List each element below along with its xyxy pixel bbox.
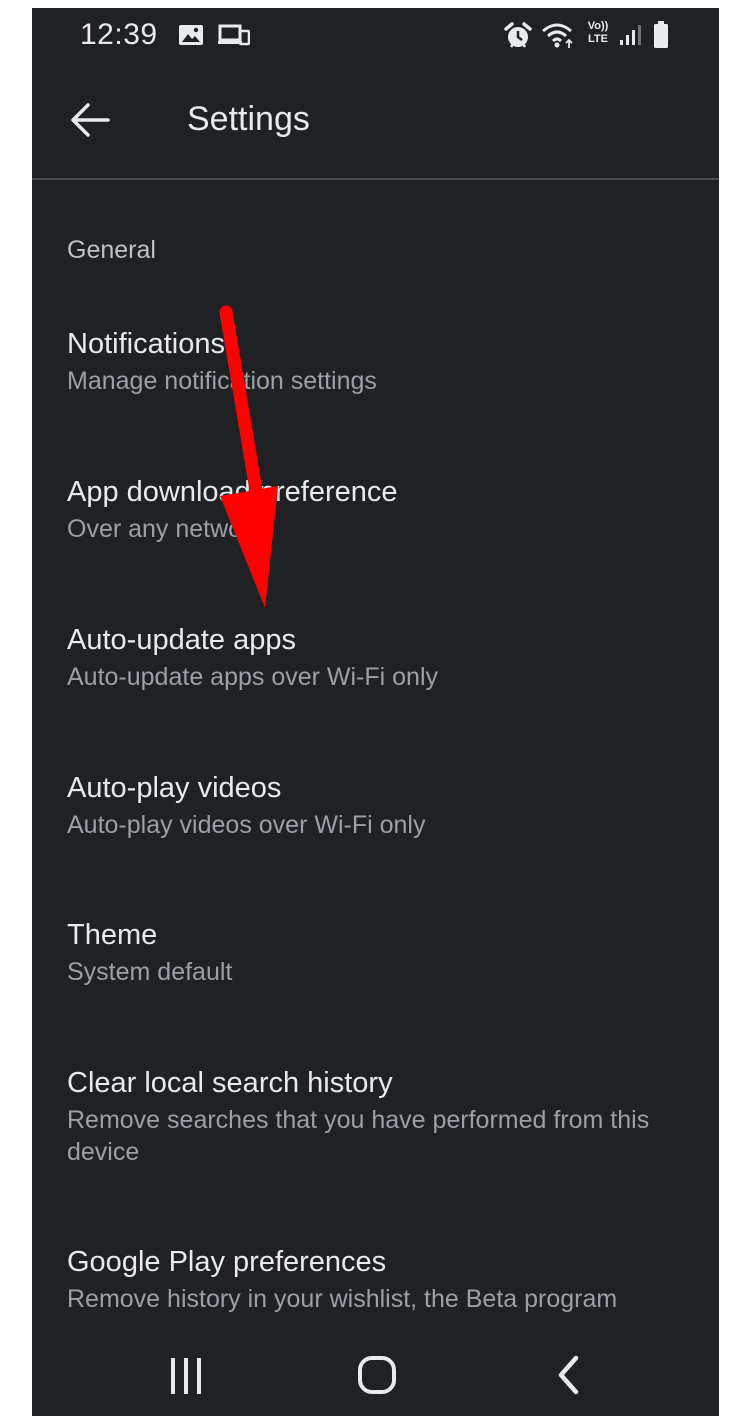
setting-item-theme[interactable]: Theme System default [67, 916, 687, 988]
setting-subtitle: System default [67, 958, 233, 986]
home-icon[interactable] [327, 1326, 427, 1416]
page-title: Settings [187, 100, 310, 138]
status-bar: 12:39 Vo)) LTE [32, 8, 719, 60]
status-time: 12:39 [80, 18, 158, 51]
annotation-arrow [219, 305, 278, 608]
image-icon [179, 25, 203, 45]
setting-title: Auto-update apps [67, 624, 296, 656]
setting-title: Theme [67, 919, 158, 951]
section-header-general: General [67, 236, 156, 264]
navigation-bar [32, 1326, 719, 1416]
alarm-icon [504, 22, 532, 48]
volte-label-top: Vo)) [587, 20, 609, 32]
setting-item-notifications[interactable]: Notifications Manage notification settin… [67, 325, 687, 397]
phone-screen: 12:39 Vo)) LTE Settings General Notifica… [32, 8, 719, 1416]
back-arrow-icon[interactable] [68, 100, 116, 140]
wifi-icon [542, 23, 573, 48]
back-icon[interactable] [519, 1326, 619, 1416]
setting-item-app-download-preference[interactable]: App download preference Over any network [67, 473, 687, 545]
setting-item-clear-search-history[interactable]: Clear local search history Remove search… [67, 1064, 687, 1168]
setting-subtitle: Auto-update apps over Wi-Fi only [67, 663, 439, 691]
volte-label-bottom: LTE [588, 33, 608, 45]
setting-title: Notifications [67, 328, 225, 360]
volte-icon: Vo)) LTE [584, 20, 612, 46]
setting-subtitle: Manage notification settings [67, 367, 377, 395]
setting-title: Clear local search history [67, 1067, 393, 1099]
setting-item-auto-play-videos[interactable]: Auto-play videos Auto-play videos over W… [67, 769, 687, 841]
setting-title: Google Play preferences [67, 1246, 387, 1278]
setting-item-auto-update-apps[interactable]: Auto-update apps Auto-update apps over W… [67, 621, 687, 693]
recents-icon[interactable] [136, 1326, 236, 1416]
setting-subtitle: Over any network [67, 515, 263, 543]
setting-title: Auto-play videos [67, 772, 282, 804]
signal-icon [620, 25, 641, 45]
app-bar: Settings [32, 60, 719, 180]
setting-subtitle: Remove history in your wishlist, the Bet… [67, 1285, 618, 1313]
setting-item-google-play-preferences[interactable]: Google Play preferences Remove history i… [67, 1243, 707, 1315]
cast-icon [218, 24, 250, 46]
battery-icon [654, 21, 668, 48]
setting-subtitle: Auto-play videos over Wi-Fi only [67, 811, 426, 839]
setting-title: App download preference [67, 476, 398, 508]
setting-subtitle: Remove searches that you have performed … [67, 1106, 650, 1166]
